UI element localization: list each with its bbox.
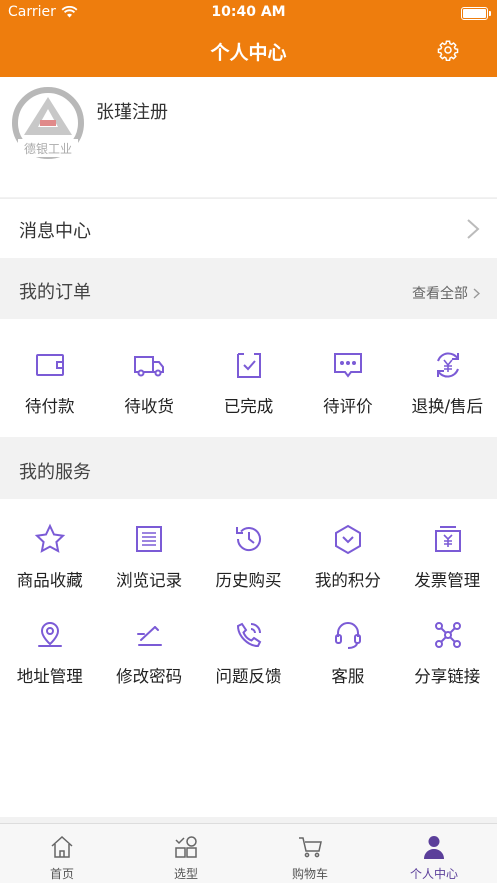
service-favorites[interactable]: 商品收藏 (0, 499, 99, 595)
page-title: 个人中心 (210, 42, 287, 64)
service-label: 地址管理 (16, 667, 83, 686)
check-box-icon (236, 353, 261, 378)
chevron-right-icon (467, 219, 480, 239)
star-icon (34, 523, 66, 553)
order-label: 已完成 (223, 397, 274, 416)
points-icon (335, 524, 362, 555)
tab-label: 选型 (173, 867, 198, 881)
order-completed[interactable]: 已完成 (199, 325, 298, 421)
service-label: 修改密码 (116, 667, 183, 686)
service-customer-service[interactable]: 客服 (298, 595, 397, 691)
tab-label: 个人中心 (409, 867, 458, 881)
service-invoices[interactable]: 发票管理 (398, 499, 497, 595)
order-label: 待收货 (124, 397, 174, 416)
order-to-receive[interactable]: 待收货 (99, 325, 198, 421)
profile-card[interactable]: 德银工业 张瑾注册 (0, 77, 497, 197)
gear-icon[interactable] (437, 39, 459, 61)
tab-bar: 首页 选型 购物车 个人中心 (0, 823, 497, 883)
service-share-link[interactable]: 分享链接 (398, 595, 497, 691)
chevron-right-icon (473, 287, 480, 299)
order-label: 待评价 (323, 397, 373, 416)
history-icon (235, 527, 261, 551)
orders-grid: 待付款 待收货 已完成 待评价 退换/售后 (0, 319, 497, 437)
tab-home[interactable]: 首页 (0, 824, 124, 883)
order-pending-payment[interactable]: 待付款 (0, 325, 99, 421)
user-name: 张瑾注册 (96, 102, 168, 123)
tab-label: 购物车 (291, 867, 328, 881)
view-all-orders-link[interactable]: 查看全部 (412, 283, 480, 303)
orders-header: 我的订单 查看全部 (0, 263, 497, 319)
location-icon (38, 622, 62, 647)
cart-icon (299, 837, 322, 858)
logo-text: 德银工业 (24, 141, 72, 156)
orders-title: 我的订单 (19, 282, 91, 303)
services-title: 我的服务 (19, 462, 91, 483)
tab-cart[interactable]: 购物车 (248, 824, 372, 883)
nav-bar: 个人中心 (0, 26, 497, 77)
wallet-icon (36, 354, 64, 376)
invoice-icon (434, 526, 461, 552)
tab-selection[interactable]: 选型 (124, 824, 248, 883)
avatar[interactable]: 德银工业 (10, 87, 86, 163)
view-all-label: 查看全部 (412, 286, 468, 302)
service-label: 商品收藏 (16, 571, 83, 590)
order-to-review[interactable]: 待评价 (298, 325, 397, 421)
service-label: 问题反馈 (215, 667, 282, 686)
service-label: 发票管理 (414, 571, 481, 590)
refund-icon (436, 352, 459, 378)
tab-profile[interactable]: 个人中心 (372, 824, 496, 883)
order-label: 退换/售后 (411, 397, 484, 416)
service-browse-history[interactable]: 浏览记录 (99, 499, 198, 595)
service-addresses[interactable]: 地址管理 (0, 595, 99, 691)
comment-icon (334, 353, 363, 378)
service-label: 历史购买 (215, 571, 282, 590)
grid-icon (175, 836, 197, 858)
status-bar: Carrier 10:40 AM (0, 0, 497, 26)
home-icon (51, 835, 73, 858)
service-label: 分享链接 (414, 667, 481, 686)
order-label: 待付款 (24, 397, 75, 416)
edit-icon (137, 626, 163, 646)
message-center-label: 消息中心 (19, 221, 91, 242)
headset-icon (335, 622, 362, 649)
phone-icon (236, 622, 262, 648)
tab-label: 首页 (49, 867, 74, 881)
share-icon (434, 622, 461, 648)
user-icon (424, 836, 444, 859)
service-purchase-history[interactable]: 历史购买 (199, 499, 298, 595)
services-grid: 商品收藏 浏览记录 历史购买 我的积分 发票管理 地址管理 修改密码 问题反馈 … (0, 499, 497, 817)
service-feedback[interactable]: 问题反馈 (199, 595, 298, 691)
battery-icon (461, 7, 491, 20)
message-center-row[interactable]: 消息中心 (0, 198, 497, 258)
order-refund[interactable]: 退换/售后 (398, 325, 497, 421)
service-points[interactable]: 我的积分 (298, 499, 397, 595)
list-icon (136, 526, 163, 552)
service-change-password[interactable]: 修改密码 (99, 595, 198, 691)
service-label: 我的积分 (314, 571, 381, 590)
service-label: 客服 (331, 667, 365, 686)
service-label: 浏览记录 (116, 571, 183, 590)
services-header: 我的服务 (0, 443, 497, 499)
clock: 10:40 AM (211, 4, 286, 20)
truck-icon (134, 356, 165, 377)
